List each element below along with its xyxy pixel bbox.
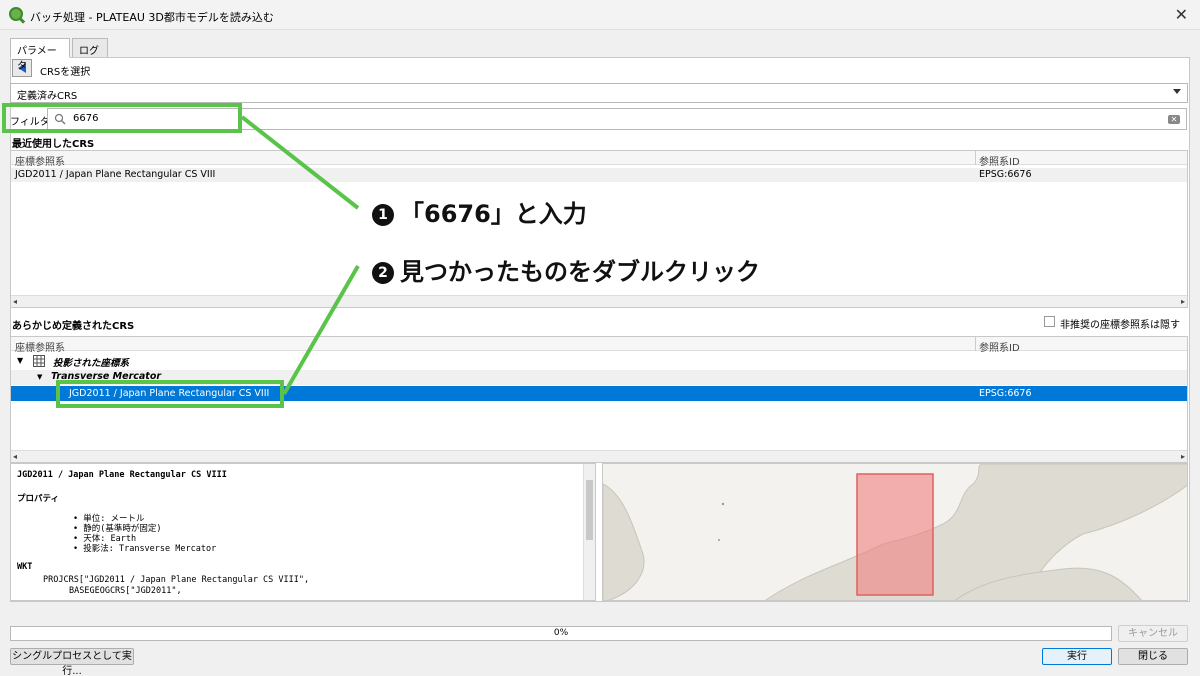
step2-text: 見つかったものをダブルクリック bbox=[400, 258, 760, 286]
tab-parameters[interactable]: パラメータ bbox=[10, 38, 70, 72]
step1-callout: 1 「6676」と入力 bbox=[372, 194, 587, 229]
step1-number: 1 bbox=[372, 204, 394, 226]
step2-number: 2 bbox=[372, 262, 394, 284]
step2-callout: 2 見つかったものをダブルクリック bbox=[372, 252, 760, 287]
step1-text: 「6676」と入力 bbox=[400, 200, 587, 228]
annotation-leader-lines bbox=[240, 115, 360, 396]
